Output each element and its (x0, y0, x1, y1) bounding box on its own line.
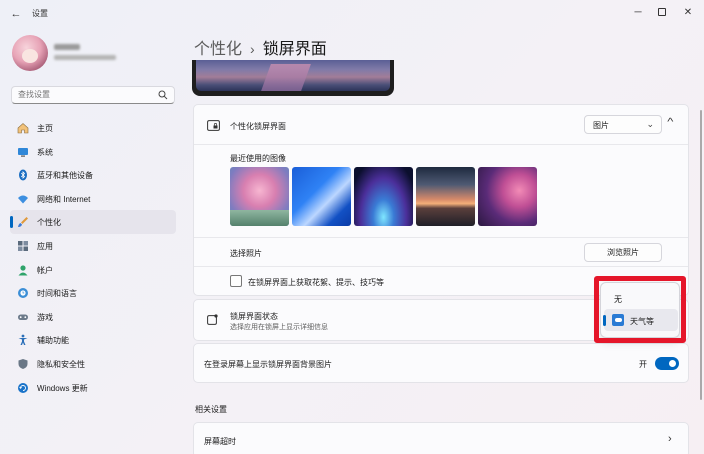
personalize-lock-screen-card: 个性化锁屏界面 图片 ⌄ ^ 最近使用的图像 选择照片 浏览照片 在锁屏界面上获… (193, 104, 689, 296)
recent-image-thumbnail[interactable] (230, 167, 289, 226)
close-button[interactable]: ✕ (677, 4, 699, 22)
home-icon (17, 123, 29, 134)
sidebar-item-system[interactable]: 系统 (10, 140, 176, 164)
app-title: 设置 (32, 9, 48, 18)
sidebar-item-windows-update[interactable]: Windows 更新 (10, 376, 176, 400)
related-settings-title: 相关设置 (195, 405, 227, 414)
sidebar-item-apps[interactable]: 应用 (10, 234, 176, 258)
breadcrumb-separator: › (250, 41, 255, 57)
sidebar-item-label: 个性化 (37, 218, 61, 228)
recent-image-thumbnail[interactable] (292, 167, 351, 226)
page-title: 锁屏界面 (262, 41, 327, 58)
sidebar-item-label: 帐户 (37, 265, 53, 275)
user-email-blurred (54, 55, 116, 60)
close-icon: ✕ (683, 7, 693, 18)
choose-photo-row: 选择照片 浏览照片 (194, 237, 688, 266)
toggle-knob (669, 360, 676, 367)
lock-screen-status-title: 锁屏界面状态 (230, 312, 278, 321)
maximize-icon (658, 8, 666, 17)
search-icon (158, 90, 168, 100)
screen-timeout-card[interactable]: 屏幕超时 › (193, 422, 689, 454)
sidebar-item-label: 隐私和安全性 (37, 359, 85, 369)
sidebar-item-accessibility[interactable]: 辅助功能 (10, 328, 176, 352)
sidebar-item-label: 网络和 Internet (37, 194, 91, 204)
toggle-state-label: 开 (639, 360, 647, 369)
accessibility-icon (18, 334, 28, 346)
personalize-lock-screen-header[interactable]: 个性化锁屏界面 图片 ⌄ ^ (194, 105, 688, 145)
breadcrumb: 个性化 › 锁屏界面 (194, 35, 327, 59)
recent-image-thumbnail[interactable] (416, 167, 475, 226)
sidebar-item-accounts[interactable]: 帐户 (10, 258, 176, 282)
choose-photo-label: 选择照片 (230, 249, 262, 258)
sidebar-item-privacy[interactable]: 隐私和安全性 (10, 352, 176, 376)
breadcrumb-parent[interactable]: 个性化 (194, 41, 242, 58)
chevron-right-icon: › (668, 433, 672, 445)
shield-icon (18, 358, 28, 369)
sidebar-item-label: Windows 更新 (37, 383, 88, 393)
lock-screen-status-subtitle: 选择应用在锁屏上显示详细信息 (230, 324, 328, 331)
lock-screen-preview-image (196, 60, 390, 91)
personalize-lock-screen-title: 个性化锁屏界面 (230, 122, 286, 131)
sidebar-item-home[interactable]: 主页 (10, 116, 176, 140)
screen-timeout-label: 屏幕超时 (204, 437, 236, 446)
title-bar: ← 设置 ─ ✕ (0, 0, 704, 28)
gamepad-icon (18, 314, 28, 320)
user-name-blurred (54, 44, 80, 50)
scrollbar[interactable] (700, 110, 702, 400)
chevron-down-icon: ⌄ (646, 119, 654, 129)
signin-background-card: 在登录屏幕上显示锁屏界面背景图片 开 (193, 343, 689, 383)
sidebar-item-label: 时间和语言 (37, 289, 77, 299)
arrow-left-icon: ← (10, 8, 22, 20)
bluetooth-icon (19, 169, 27, 181)
lock-screen-preview (192, 60, 394, 96)
recent-image-thumbnail[interactable] (354, 167, 413, 226)
globe-clock-icon (18, 288, 28, 299)
lock-screen-type-value: 图片 (593, 121, 609, 130)
signin-background-toggle[interactable] (655, 357, 679, 370)
wifi-icon (18, 195, 28, 204)
sidebar-item-time-language[interactable]: 时间和语言 (10, 281, 176, 305)
sidebar-item-bluetooth[interactable]: 蓝牙和其他设备 (10, 163, 176, 187)
recent-images-label: 最近使用的图像 (230, 154, 286, 163)
sidebar-nav: 主页 系统 蓝牙和其他设备 网络和 Internet 个性化 应用 帐户 时间和… (10, 116, 176, 399)
back-button[interactable]: ← (8, 6, 24, 22)
signin-background-label: 在登录屏幕上显示锁屏界面背景图片 (204, 360, 332, 369)
minimize-icon: ─ (634, 7, 642, 18)
search-box[interactable] (11, 86, 175, 104)
tips-checkbox[interactable] (230, 275, 242, 287)
recent-image-thumbnail[interactable] (478, 167, 537, 226)
chevron-up-icon[interactable]: ^ (667, 117, 673, 128)
search-input[interactable] (18, 90, 148, 99)
avatar[interactable] (12, 35, 48, 71)
apps-icon (18, 240, 28, 251)
sidebar-item-personalization[interactable]: 个性化 (10, 210, 176, 234)
red-highlight-box (594, 276, 686, 343)
settings-window: ← 设置 ─ ✕ 主页 系统 蓝牙和其他设备 网络和 In (0, 0, 704, 454)
update-icon (18, 382, 28, 393)
tips-label: 在锁屏界面上获取花絮、提示、技巧等 (248, 278, 384, 287)
sidebar-item-network[interactable]: 网络和 Internet (10, 187, 176, 211)
lock-screen-icon (207, 120, 220, 131)
sidebar-item-label: 主页 (37, 124, 53, 133)
sidebar-item-gaming[interactable]: 游戏 (10, 305, 176, 329)
sidebar-item-label: 应用 (37, 241, 53, 251)
maximize-button[interactable] (651, 4, 673, 22)
sidebar-item-label: 游戏 (37, 312, 53, 322)
brush-icon (18, 217, 28, 228)
monitor-icon (18, 147, 28, 157)
browse-photos-button[interactable]: 浏览照片 (584, 243, 662, 262)
sidebar-item-label: 系统 (37, 147, 53, 157)
sidebar-item-label: 辅助功能 (37, 336, 69, 346)
lock-screen-type-select[interactable]: 图片 ⌄ (584, 115, 662, 134)
person-icon (18, 264, 28, 276)
sidebar-item-label: 蓝牙和其他设备 (37, 171, 93, 181)
lock-screen-status-icon (207, 314, 218, 325)
minimize-button[interactable]: ─ (627, 4, 649, 22)
